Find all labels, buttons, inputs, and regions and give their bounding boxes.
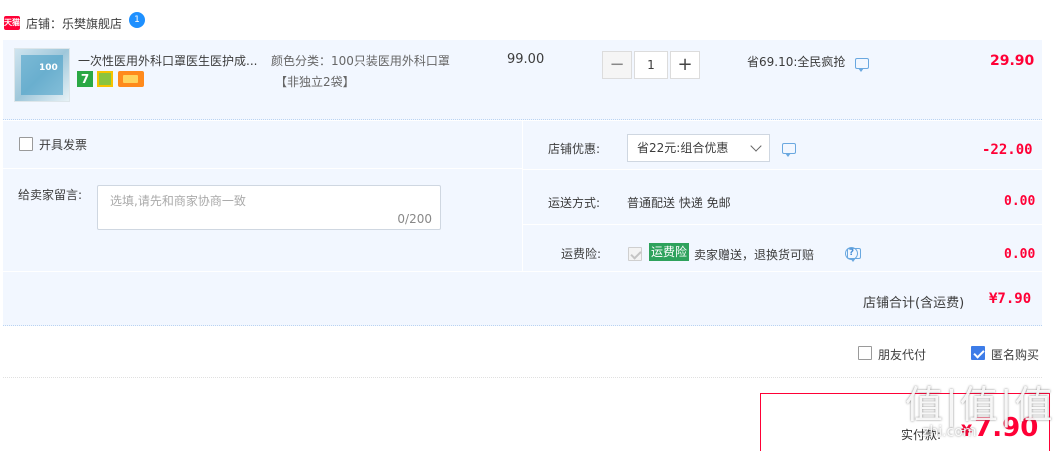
quantity-decrease-button[interactable]: − bbox=[602, 51, 632, 79]
promo-info: 省69.10:全民疯抢 bbox=[747, 53, 870, 72]
tmall-logo-icon: 天猫 bbox=[4, 16, 20, 30]
divider bbox=[3, 168, 522, 169]
shop-subtotal-amount: ¥7.90 bbox=[989, 291, 1032, 307]
insurance-checkbox bbox=[628, 247, 642, 261]
help-question-icon[interactable]: ? bbox=[845, 247, 858, 260]
shop-subtotal-label: 店铺合计(含运费) bbox=[863, 296, 965, 311]
anonymous-purchase-label[interactable]: 匿名购买 bbox=[991, 346, 1039, 363]
product-thumbnail[interactable]: 100 bbox=[14, 48, 70, 102]
chevron-down-icon bbox=[750, 140, 762, 152]
insurance-label: 运费险: bbox=[561, 247, 602, 261]
shop-header: 天猫 店铺：乐樊旗舰店 1 bbox=[0, 10, 1057, 36]
message-char-counter: 0/200 bbox=[397, 212, 432, 226]
coupon-amount: -22.00 bbox=[982, 142, 1033, 158]
divider bbox=[522, 224, 1042, 225]
quantity-stepper: − 1 + bbox=[602, 51, 700, 79]
divider bbox=[3, 271, 1042, 272]
divider bbox=[3, 377, 1042, 378]
insurance-amount: 0.00 bbox=[1004, 247, 1036, 262]
anonymous-purchase-checkbox[interactable] bbox=[971, 346, 985, 360]
message-label: 给卖家留言: bbox=[18, 188, 83, 202]
credit-card-icon bbox=[118, 71, 144, 87]
sku-color-class: 颜色分类：100只装医用外科口罩 bbox=[271, 54, 450, 68]
order-options-panel: 开具发票 给卖家留言: 选填,请先和商家协商一致 0/200 店铺优惠: 省22… bbox=[3, 121, 1042, 326]
watermark: 值|值|值 bbox=[905, 383, 1055, 427]
friend-pay-label[interactable]: 朋友代付 bbox=[878, 346, 926, 363]
friend-pay-checkbox[interactable] bbox=[858, 346, 872, 360]
product-title-link[interactable]: 一次性医用外科口罩医生医护成... bbox=[78, 52, 257, 69]
invoice-label[interactable]: 开具发票 bbox=[39, 136, 87, 153]
watermark-sub: zhi.com bbox=[922, 424, 977, 440]
coupon-select[interactable]: 省22元:组合优惠 bbox=[627, 134, 770, 162]
wangwang-chat-icon[interactable]: 1 bbox=[129, 12, 146, 28]
shipping-amount: 0.00 bbox=[1004, 194, 1036, 209]
divider bbox=[522, 121, 523, 271]
insurance-badge: 运费险 bbox=[649, 243, 690, 261]
seller-message-textarea[interactable]: 选填,请先和商家协商一致 0/200 bbox=[97, 185, 441, 230]
sku-detail: 【非独立2袋】 bbox=[275, 75, 355, 89]
shop-name-link[interactable]: 店铺：乐樊旗舰店 bbox=[26, 15, 122, 32]
promo-chat-icon[interactable] bbox=[855, 58, 870, 72]
quantity-increase-button[interactable]: + bbox=[670, 51, 700, 79]
shipping-label: 运送方式: bbox=[548, 196, 601, 210]
shipping-method: 普通配送 快递 免邮 bbox=[627, 196, 731, 210]
seven-day-return-icon: 7 bbox=[77, 71, 93, 87]
coupon-selected-value: 省22元:组合优惠 bbox=[637, 141, 729, 155]
quantity-input[interactable]: 1 bbox=[634, 51, 668, 79]
divider bbox=[522, 169, 1042, 170]
coupon-label: 店铺优惠: bbox=[548, 142, 601, 156]
unit-price: 99.00 bbox=[507, 52, 545, 67]
message-placeholder: 选填,请先和商家协商一致 bbox=[110, 194, 246, 208]
insurance-desc: 卖家赠送，退换货可赔 bbox=[694, 248, 815, 262]
invoice-checkbox[interactable] bbox=[19, 137, 33, 151]
guarantee-icon bbox=[97, 71, 113, 87]
cart-item-row: 100 一次性医用外科口罩医生医护成... 7 颜色分类：100只装医用外科口罩… bbox=[3, 40, 1042, 120]
item-total-price: 29.90 bbox=[990, 53, 1035, 69]
promo-text: 省69.10:全民疯抢 bbox=[747, 55, 846, 69]
coupon-chat-icon[interactable] bbox=[782, 143, 796, 157]
